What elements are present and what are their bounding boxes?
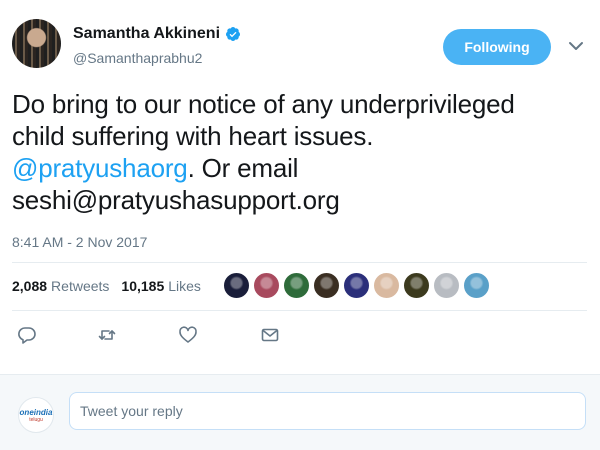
tweet-text-line: seshi@pratyushasupport.org (12, 185, 340, 215)
retweet-label[interactable]: Retweets (51, 278, 109, 294)
retweet-count[interactable]: 2,088 (12, 278, 47, 294)
liker-avatar[interactable] (403, 272, 430, 299)
mention-link[interactable]: @pratyushaorg (12, 153, 188, 183)
liker-avatar[interactable] (463, 272, 490, 299)
liker-avatar[interactable] (433, 272, 460, 299)
reply-input[interactable] (69, 392, 586, 430)
author-handle[interactable]: @Samanthaprabhu2 (73, 50, 202, 66)
following-button[interactable]: Following (443, 29, 551, 65)
tweet-card: Samantha Akkineni @Samanthaprabhu2 Follo… (0, 0, 600, 370)
reply-composer: oneindia telugu (0, 374, 600, 450)
tweet-text-line: child suffering with heart issues. (12, 121, 374, 151)
retweet-icon[interactable] (97, 325, 117, 345)
tweet-timestamp[interactable]: 8:41 AM - 2 Nov 2017 (12, 234, 147, 250)
like-label[interactable]: Likes (168, 278, 201, 294)
liker-avatar[interactable] (223, 272, 250, 299)
tweet-text-fragment: . Or email (187, 153, 299, 183)
tweet-text: Do bring to our notice of any underprivi… (12, 88, 592, 216)
current-user-avatar[interactable]: oneindia telugu (18, 397, 54, 433)
liker-avatar[interactable] (253, 272, 280, 299)
verified-badge-icon (226, 27, 241, 41)
chevron-down-icon[interactable] (568, 40, 584, 52)
liker-avatar[interactable] (373, 272, 400, 299)
liker-avatar[interactable] (343, 272, 370, 299)
direct-message-icon[interactable] (260, 325, 280, 345)
liker-avatars (223, 272, 490, 299)
like-icon[interactable] (178, 325, 198, 345)
tweet-text-line: @pratyushaorg. Or email (12, 152, 592, 184)
author-display-name[interactable]: Samantha Akkineni (73, 25, 220, 43)
divider (12, 262, 587, 263)
tweet-text-line: Do bring to our notice of any underprivi… (12, 89, 515, 119)
like-count[interactable]: 10,185 (121, 278, 164, 294)
tweet-actions (12, 325, 292, 345)
divider (12, 310, 587, 311)
liker-avatar[interactable] (313, 272, 340, 299)
avatar-logo-text: oneindia (19, 407, 53, 417)
tweet-stats: 2,088 Retweets 10,185 Likes (12, 278, 213, 294)
reply-icon[interactable] (17, 325, 37, 345)
author-avatar[interactable] (12, 19, 61, 68)
liker-avatar[interactable] (283, 272, 310, 299)
avatar-logo-subtext: telugu (29, 416, 43, 423)
author-name-row: Samantha Akkineni (73, 25, 241, 43)
